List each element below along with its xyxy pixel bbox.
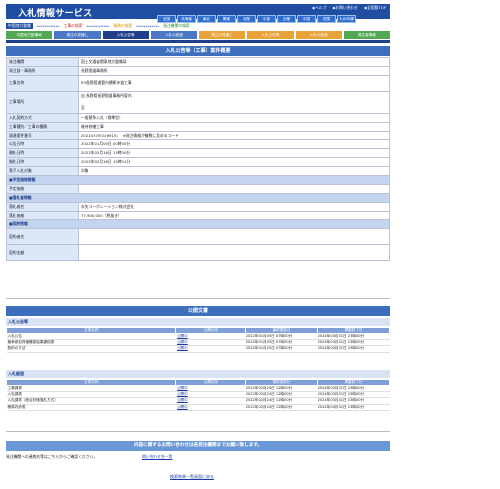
category-service-search[interactable]: 業務の検索 [113,23,132,29]
contact-bar: 内容に関するお問い合わせは各発注機関までお願い致します。 [6,441,390,451]
field-value: 2022年01月05日 00時00分 [78,139,390,150]
doc-updated: 2022年01月25日 07時00分 [245,345,318,353]
field-label: 予定価格 [6,183,79,194]
nav-tab[interactable]: 中国地方整備局 [6,31,53,39]
field-label: 工事名称 [6,74,79,92]
field-value: R3長野国道管内横断歩道工事 [78,74,390,92]
contact-list-link[interactable]: 問い合わせ先一覧 [142,453,172,461]
field-value: 2022年02月16日 15時01分 [78,157,390,168]
group-heading-contract: ■契約情報 [6,219,390,230]
category-bar: 中国地方整備 ************ 工事の検索 ************ 業… [6,22,390,30]
category-separator: ************ [136,23,160,29]
back-to-results-link[interactable]: 検索結果一覧画面に戻る [170,474,214,480]
location-from: 自 長野県長野国道事務所管内 [81,93,132,99]
nav-tab[interactable]: 発注者情報 [343,31,390,39]
field-value: 2021037001(6915) ※発注情報が複数に及めるコード [78,130,390,141]
nav-tab-active[interactable]: 入札公告等 [102,31,149,39]
category-construction-search[interactable]: 工事の検索 [64,23,83,29]
nav-tab[interactable]: 入札公告等 [247,31,294,39]
contact-label: 発注機関への連絡先等はこちらからご確認ください。 [6,454,98,459]
docs-group-title: 入札経過 [6,370,390,378]
national-top-link[interactable]: ◆全国版TOP [364,5,386,11]
nav-tab[interactable]: 発注の見通し [199,31,246,39]
doc-end: 2024年03月31日 23時00分 [317,345,390,353]
field-label: 開札日時 [6,148,79,159]
procurement-number: 2021037001(6915) [81,132,118,138]
category-separator: ************ [86,23,110,29]
field-value: 維持修繕工事 [78,121,390,132]
location-to: 至 [81,105,85,111]
doc-status-link[interactable]: 公開中 [177,405,188,409]
top-links: ◆ヘルプ ◆お問い合わせ ◆全国版TOP [312,5,386,11]
field-label: 電子入札対象 [6,166,79,177]
field-label: 工事種別／工事の種類 [6,121,79,132]
category-separator: ************ [36,23,60,29]
field-value: 2022年02月16日 15時00分 [78,148,390,159]
doc-status-link[interactable]: 公開中 [177,334,188,338]
field-label: 発注部・事務所 [6,65,79,76]
field-value: 77,900,000（税抜き） [78,210,390,221]
table-row: 積算内訳書 公開中 2022年02月24日 12時00分 2024年03月31日… [6,404,390,411]
category-agency-search[interactable]: 発注機関の検索 [163,23,190,29]
table-row: 契約の方法 公開中 2022年01月25日 07時00分 2024年03月31日… [6,345,390,353]
field-value: 国土交通省関東地方整備局 [78,57,390,67]
doc-name: 積算内訳書 [6,404,176,411]
docs-group-title: 入札公告等 [6,318,390,326]
field-label: 契約者名 [6,228,79,246]
field-value [78,228,390,246]
field-label: 工事場所 [6,90,79,114]
field-value [78,244,390,262]
doc-status-link[interactable]: 公開中 [177,340,188,344]
nav-divider [6,40,390,43]
field-value [78,183,390,194]
field-value: 対象 [78,166,390,177]
doc-status-link[interactable]: 公開中 [177,392,188,396]
contact-link[interactable]: ◆お問い合わせ [332,5,358,11]
doc-status-link[interactable]: 公開中 [177,346,188,350]
detail-table: 発注機関 国土交通省関東地方整備局 発注部・事務所 長野国道事務所 工事名称 R3長野… [6,57,390,262]
group-heading-award: ■落札者情報 [6,192,390,203]
field-label: 入札契約方式 [6,112,79,123]
help-link[interactable]: ◆ヘルプ [312,5,326,11]
doc-end: 2024年03月31日 23時00分 [317,404,390,411]
divider [6,298,390,299]
detail-title: 入札公告等（工事）案件概要 [6,46,390,56]
divider [6,431,390,432]
field-label: 落札者名 [6,201,79,212]
category-region[interactable]: 中国地方整備 [6,23,33,29]
field-value: 自 長野県長野国道事務所管内至 [78,90,390,114]
docs-table-notice: 文書名称 公開状況 最終更新日 掲載終了日 入札公告 公開中 2022年01月0… [5,327,390,353]
field-label: 公告日時 [6,139,79,150]
nav-tab[interactable]: 入札の経過 [150,31,197,39]
nav-tabs: 中国地方整備局 発注の見通し 入札公告等 入札の経過 発注の見通し 入札公告等 … [6,31,390,39]
doc-name: 契約の方法 [6,345,176,353]
field-label: 調達案件番号 [6,130,79,141]
doc-status-link[interactable]: 公開中 [177,386,188,390]
field-label: 落札価格 [6,210,79,221]
doc-updated: 2022年02月24日 12時00分 [245,404,318,411]
field-label: 開札日時 [6,157,79,168]
procurement-note: ※発注情報が複数に及めるコード [122,132,179,138]
field-label: 発注機関 [6,57,79,67]
site-logo[interactable]: 入札情報サービス [18,6,92,19]
contact-row: 発注機関への連絡先等はこちらからご確認ください。 問い合わせ先一覧 [6,453,390,461]
doc-status-link[interactable]: 公開中 [177,398,188,402]
nav-tab[interactable]: 入札の経過 [295,31,342,39]
nav-tab[interactable]: 発注の見通し [54,31,101,39]
field-value: 長野国道事務所 [78,65,390,76]
docs-title: 公開文書 [6,306,390,316]
field-label: 契約金額 [6,244,79,262]
group-heading-plan: ■予定価格情報 [6,175,390,185]
site-header: 入札情報サービス ◆ヘルプ ◆お問い合わせ ◆全国版TOP 全国 北海道 東北 … [6,4,390,23]
field-value: 水矢コーポレーション株式会社 [78,201,390,212]
docs-table-results: 文書名称 公開状況 最終更新日 掲載終了日 工事調書 公開中 2022年02月2… [5,379,390,411]
field-value: 一般競争入札（標準型） [78,112,390,123]
